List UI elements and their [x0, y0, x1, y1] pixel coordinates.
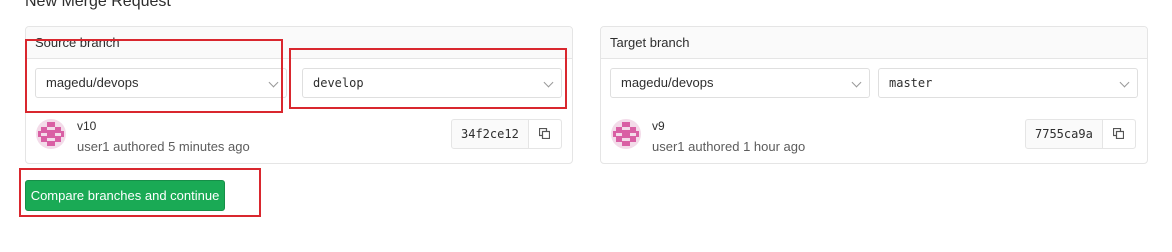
chevron-down-icon [851, 77, 862, 88]
annotation-box-source-branch [289, 48, 567, 109]
avatar [611, 119, 641, 149]
target-branch-value: master [889, 76, 933, 90]
commit-sha-group: 7755ca9a [1025, 119, 1136, 149]
commit-sha[interactable]: 34f2ce12 [452, 120, 529, 148]
copy-sha-button[interactable] [528, 120, 561, 148]
source-commit: v10 user1 authored 5 minutes ago 34f2ce1… [26, 111, 572, 155]
commit-sha[interactable]: 7755ca9a [1026, 120, 1103, 148]
chevron-down-icon [1119, 77, 1130, 88]
commit-sha-group: 34f2ce12 [451, 119, 562, 149]
copy-icon [538, 128, 550, 139]
page-title: New Merge Request [25, 0, 171, 10]
copy-icon [1112, 128, 1124, 139]
commit-author: user1 authored 1 hour ago [652, 139, 806, 154]
target-commit: v9 user1 authored 1 hour ago 7755ca9a [601, 111, 1147, 155]
commit-title[interactable]: v10 [77, 119, 96, 133]
target-branch-panel: Target branch magedu/devops master v9 us… [600, 26, 1148, 164]
commit-author: user1 authored 5 minutes ago [77, 139, 250, 154]
annotation-box-source-project [25, 39, 283, 113]
target-branch-header: Target branch [601, 27, 1147, 59]
target-branch-select[interactable]: master [878, 68, 1138, 98]
target-project-select[interactable]: magedu/devops [610, 68, 870, 98]
copy-sha-button[interactable] [1102, 120, 1135, 148]
avatar [36, 119, 66, 149]
annotation-box-compare-button [19, 168, 261, 217]
commit-title[interactable]: v9 [652, 119, 665, 133]
target-project-value: magedu/devops [621, 75, 714, 90]
